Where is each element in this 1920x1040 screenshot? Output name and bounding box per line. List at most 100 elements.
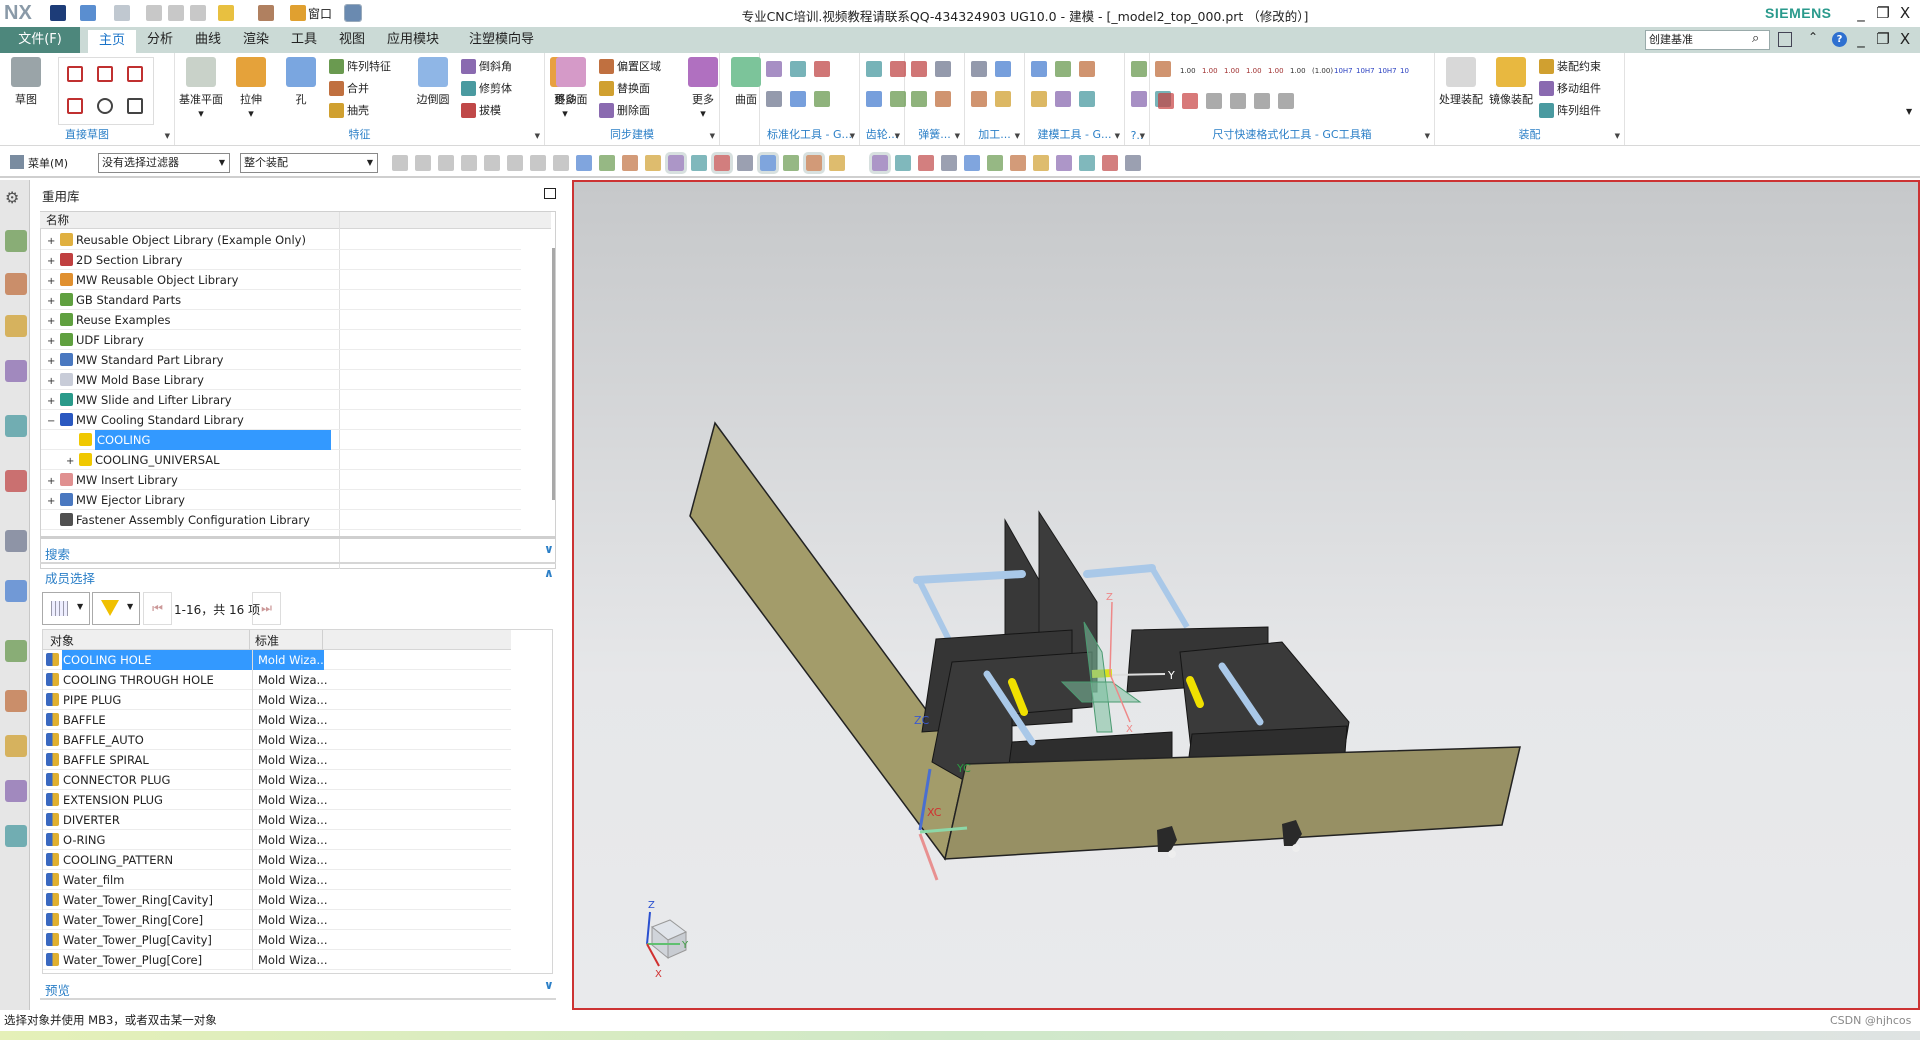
tree-node[interactable]: + MW Mold Base Library	[41, 370, 521, 390]
ribbon-command[interactable]: 偏置区域	[599, 57, 661, 75]
tool-icon[interactable]	[866, 91, 882, 107]
doc-close-button[interactable]: X	[1894, 28, 1916, 50]
toolbar-icon[interactable]	[484, 155, 500, 171]
tree-node[interactable]: Fastener Assembly Configuration Library	[41, 510, 521, 530]
tab-7[interactable]: 注塑模向导	[458, 27, 545, 53]
group-menu-arrow-icon[interactable]: ▼	[850, 132, 855, 140]
toolbar-icon[interactable]	[438, 155, 454, 171]
hd3d-tools-icon[interactable]	[5, 415, 27, 437]
graphics-window[interactable]: Y Z X ZC YC XC Z Y X	[572, 180, 1920, 1010]
sketch-button[interactable]: 草图	[4, 57, 48, 107]
tree-node[interactable]: + MW Slide and Lifter Library	[41, 390, 521, 410]
toolbar-icon[interactable]	[665, 152, 687, 174]
tool-icon[interactable]	[995, 61, 1011, 77]
member-row[interactable]: O-RING Mold Wiza...	[43, 830, 511, 850]
group-menu-arrow-icon[interactable]: ▼	[535, 132, 540, 140]
toolbar-icon[interactable]	[757, 152, 779, 174]
ribbon-big-button[interactable]: 移动面	[549, 57, 593, 107]
menu-button[interactable]: 菜单(M)	[28, 155, 68, 171]
dimension-format-button[interactable]: 1.00	[1202, 67, 1218, 75]
tree-node[interactable]: + MW Standard Part Library	[41, 350, 521, 370]
toolbar-icon[interactable]	[691, 155, 707, 171]
ribbon-options-arrow-icon[interactable]: ▼	[1906, 107, 1912, 116]
toolbar-icon[interactable]	[711, 152, 733, 174]
expand-icon[interactable]: +	[47, 392, 56, 412]
tree-node[interactable]: + GB Standard Parts	[41, 290, 521, 310]
toolbar-icon[interactable]	[829, 155, 845, 171]
selection-filter-select[interactable]: 没有选择过滤器	[98, 153, 230, 173]
tool-icon[interactable]	[1131, 91, 1147, 107]
assembly-navigator-icon[interactable]	[5, 230, 27, 252]
bottom-plate[interactable]	[944, 746, 1521, 860]
rod[interactable]	[1083, 564, 1156, 578]
toolbar-icon[interactable]	[1033, 155, 1049, 171]
tool-icon[interactable]	[995, 91, 1011, 107]
toolbar-icon[interactable]	[530, 155, 546, 171]
toolbar-icon[interactable]	[987, 155, 1003, 171]
toolbar-icon[interactable]	[918, 155, 934, 171]
toolbar-icon[interactable]	[553, 155, 569, 171]
rectangle-icon[interactable]	[97, 66, 113, 82]
expand-icon[interactable]: +	[47, 252, 56, 272]
tree-node[interactable]: + MW Reusable Object Library	[41, 270, 521, 290]
dimension-format-button[interactable]: 1.00	[1224, 67, 1240, 75]
dimension-tool-icon[interactable]	[1158, 93, 1174, 109]
dimension-tool-icon[interactable]	[1182, 93, 1198, 109]
member-row[interactable]: BAFFLE_AUTO Mold Wiza...	[43, 730, 511, 750]
manufacturing-wizards-icon[interactable]	[5, 690, 27, 712]
ribbon-command[interactable]: 移动组件	[1539, 79, 1601, 97]
tool-icon[interactable]	[814, 91, 830, 107]
toolbar-icon[interactable]	[1010, 155, 1026, 171]
fullscreen-icon[interactable]	[1778, 32, 1792, 47]
collapse-icon[interactable]: −	[47, 412, 56, 432]
group-menu-arrow-icon[interactable]: ▼	[1115, 132, 1120, 140]
tab-5[interactable]: 视图	[328, 27, 376, 53]
tool-icon[interactable]	[911, 91, 927, 107]
model-view[interactable]: Y Z X ZC YC XC Z Y X	[574, 182, 1920, 1012]
tree-node[interactable]: + UDF Library	[41, 330, 521, 350]
member-row[interactable]: EXTENSION PLUG Mold Wiza...	[43, 790, 511, 810]
view-mode-button[interactable]: ▼	[42, 592, 90, 625]
tool-icon[interactable]	[1031, 91, 1047, 107]
dimension-tool-icon[interactable]	[1206, 93, 1222, 109]
tool-icon[interactable]	[1055, 61, 1071, 77]
column-standard[interactable]: 标准	[255, 632, 279, 649]
constraint-navigator-icon[interactable]	[5, 273, 27, 295]
search-icon[interactable]: ⌕	[1752, 31, 1759, 46]
tool-icon[interactable]	[1031, 61, 1047, 77]
settings-icon[interactable]: ⚙	[5, 188, 27, 210]
member-row[interactable]: CONNECTOR PLUG Mold Wiza...	[43, 770, 511, 790]
tool-icon[interactable]	[814, 61, 830, 77]
expand-icon[interactable]: +	[47, 372, 56, 392]
expand-icon[interactable]: +	[66, 452, 75, 472]
dimension-format-button[interactable]: 1.00	[1290, 67, 1306, 75]
tool-icon[interactable]	[1079, 61, 1095, 77]
dimension-tool-icon[interactable]	[1278, 93, 1294, 109]
member-row[interactable]: Water_Tower_Ring[Core] Mold Wiza...	[43, 910, 511, 930]
toolbar-icon[interactable]	[415, 155, 431, 171]
group-menu-arrow-icon[interactable]: ▼	[1015, 132, 1020, 140]
expand-icon[interactable]: +	[47, 332, 56, 352]
tool-icon[interactable]	[766, 91, 782, 107]
group-menu-arrow-icon[interactable]: ▼	[1140, 132, 1145, 140]
search-section-label[interactable]: 搜索	[45, 544, 70, 563]
tool-icon[interactable]	[971, 61, 987, 77]
part-navigator-icon[interactable]	[5, 315, 27, 337]
group-menu-arrow-icon[interactable]: ▼	[955, 132, 960, 140]
member-row[interactable]: Water_Tower_Plug[Cavity] Mold Wiza...	[43, 930, 511, 950]
expand-chevron-icon[interactable]: ∨	[544, 542, 554, 556]
toolbar-icon[interactable]	[645, 155, 661, 171]
history-icon[interactable]	[5, 530, 27, 552]
member-row[interactable]: PIPE PLUG Mold Wiza...	[43, 690, 511, 710]
member-select-section-label[interactable]: 成员选择	[45, 568, 95, 587]
palette-icon[interactable]	[5, 825, 27, 847]
line-icon[interactable]	[127, 66, 143, 82]
ribbon-big-button[interactable]: 孔	[279, 57, 323, 107]
rod[interactable]	[1149, 566, 1190, 629]
tree-node[interactable]: COOLING	[41, 430, 521, 450]
ribbon-command[interactable]: 阵列特征	[329, 57, 391, 75]
ribbon-command[interactable]: 倒斜角	[461, 57, 512, 75]
tree-node[interactable]: + MW Insert Library	[41, 470, 521, 490]
ribbon-command[interactable]: 抽壳	[329, 101, 369, 119]
point-icon[interactable]	[127, 98, 143, 114]
